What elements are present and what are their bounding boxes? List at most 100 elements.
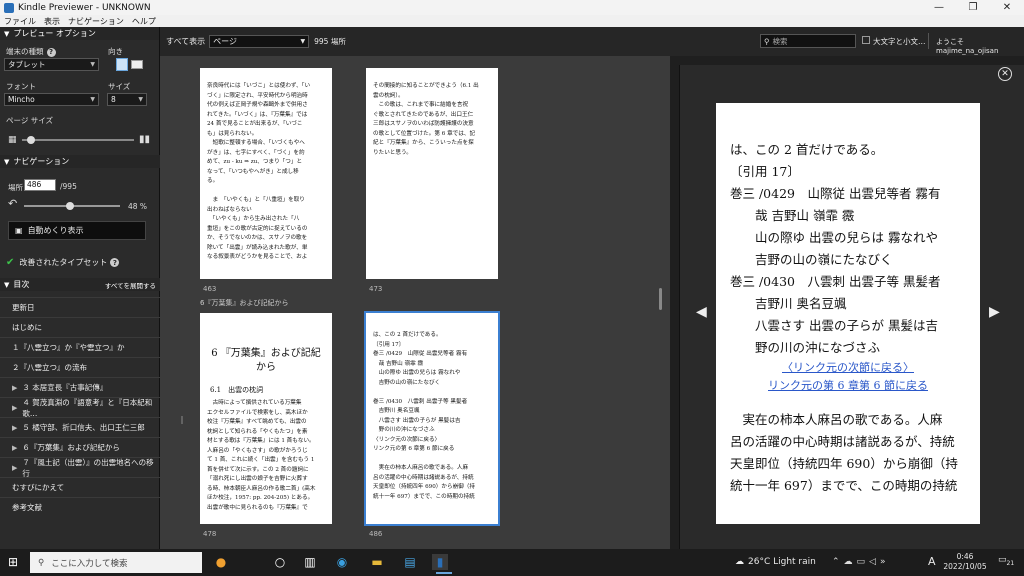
grid-large-icon[interactable]: ▮▮ (139, 134, 150, 145)
drag-handle-icon[interactable]: ‖ (180, 415, 184, 424)
toc-item-label: ３ 本居宣長『古事記傳』 (22, 383, 108, 392)
text-line: 巻三 /0430 八雲刺 出雲子等 黒髪者 (373, 398, 468, 405)
toc-item[interactable]: ２『八雲立つ』の流布 (0, 357, 160, 377)
section-label: 6『万葉集』および記紀から (200, 299, 289, 307)
text-line: その間接的に知ることができよう（6.1 出 (373, 83, 479, 89)
menu-help[interactable]: ヘルプ (132, 16, 156, 27)
expand-arrow-icon[interactable]: ▶ (12, 464, 17, 472)
case-checkbox[interactable] (862, 36, 870, 44)
expand-arrow-icon[interactable]: ▶ (12, 404, 17, 412)
vertical-scrollbar[interactable] (659, 288, 662, 310)
back-arrow-icon[interactable]: ↶ (8, 197, 17, 210)
cortana-icon[interactable]: ○ (272, 554, 288, 570)
ime-indicator[interactable]: A (928, 555, 936, 568)
text-line: 哉 吉野山 嶺霏 霺 (373, 360, 424, 367)
preview-options-header[interactable]: ▼ プレビュー オプション (0, 27, 159, 40)
toc-item[interactable]: 参考文献 (0, 497, 160, 517)
minimize-icon[interactable]: — (922, 0, 956, 15)
toc-item[interactable]: ▶ ３ 本居宣長『古事記傳』 (0, 377, 160, 397)
text-line: 枕詞として知られる「やくもたつ」を素 (207, 428, 308, 435)
case-option-label: 大文字と小文… (873, 37, 926, 46)
link-back-chapter-section[interactable]: リンク元の第 6 章第 6 節に戻る (716, 377, 980, 395)
weather-widget[interactable]: ☁ 26°C Light rain (735, 557, 816, 567)
search-input[interactable]: ⚲ 検索 (760, 34, 856, 48)
page-thumbnail[interactable]: その間接的に知ることができよう（6.1 出雲の枕詞）。 この歌は、これまで事に結… (366, 68, 498, 279)
landscape-orientation-button[interactable] (131, 60, 143, 69)
font-label: フォント (6, 82, 36, 91)
toc-item[interactable]: むすびにかえて (0, 477, 160, 497)
expand-arrow-icon[interactable]: ▶ (12, 444, 17, 452)
progress-slider-thumb[interactable] (66, 202, 75, 210)
expand-all-link[interactable]: すべてを展開する (105, 280, 156, 290)
task-view-icon[interactable]: ▥ (302, 554, 318, 570)
toc-item-label: ６『万葉集』および記紀から (22, 443, 120, 452)
text-line: なって、「いつもやへがき」と成し移 (207, 168, 299, 175)
link-back-next-section[interactable]: 〈リンク元の次節に戻る〉 (716, 359, 980, 377)
notification-icon[interactable]: ▭21 (998, 555, 1014, 567)
tray-icons[interactable]: ⌃☁▭◁» (832, 557, 889, 567)
search-icon: ⚲ (38, 557, 45, 568)
news-widget-icon[interactable]: ● (213, 554, 229, 570)
cloud-rain-icon: ☁ (735, 557, 744, 567)
text-line: 実在の柿本人麻呂の歌である。人麻 (373, 465, 469, 471)
font-select[interactable]: Mincho ▼ (4, 93, 99, 106)
close-icon[interactable]: ✕ (990, 0, 1024, 15)
expand-arrow-icon[interactable]: ▶ (12, 424, 17, 432)
location-input[interactable]: 486 (24, 179, 56, 191)
toc-item[interactable]: 更新日 (0, 297, 160, 317)
page-size-slider[interactable] (22, 139, 134, 141)
preview-page: は、この 2 首だけである。 〔引用 17〕 巻三 /0429 山際従 出雲兒等者 … (716, 103, 980, 524)
text-line: る時、柿本朝臣人麻呂の作る歌二首」(高木 (207, 485, 316, 492)
autoflip-button[interactable]: ▣ 自動めくり表示 (8, 221, 146, 240)
close-preview-icon[interactable]: ✕ (998, 67, 1012, 81)
text-line: づく」に限定され、平安時代から明治時 (207, 92, 308, 99)
text-line (366, 388, 498, 398)
page-thumbnail-selected[interactable]: は、この 2 首だけである。 〔引用 17〕 巻三 /0429 山際従 出雲兒等者 … (364, 311, 500, 526)
windows-start-icon[interactable]: ⊞ (8, 555, 18, 569)
toc-item[interactable]: はじめに (0, 317, 160, 337)
clock[interactable]: 0:46 2022/10/05 (940, 552, 990, 572)
page-number: 486 (369, 530, 383, 538)
grid-small-icon[interactable]: ▦ (8, 135, 17, 145)
next-page-icon[interactable]: ▶ (989, 304, 1000, 320)
text-line: 統十一年 697）までで、この時期の持統 (373, 493, 475, 500)
file-explorer-icon[interactable]: ▬ (369, 554, 385, 570)
text-line: か、そうでないのかは、スサノヲの歌を (207, 235, 308, 241)
view-mode-select[interactable]: ページ ▼ (209, 35, 310, 48)
page-thumbnail[interactable]: 6 『万葉集』および記紀から 6.1 出雲の枕詞 古時によって撰供されている万葉… (200, 313, 332, 524)
page-number: 463 (203, 285, 217, 293)
prev-page-icon[interactable]: ◀ (696, 304, 707, 320)
page-thumbnail[interactable]: 奈良時代には「いづこ」とは使わず、「い づく」に限定され、平安時代から明治時 代の例… (200, 68, 332, 279)
device-type-select[interactable]: タブレット ▼ (4, 58, 99, 71)
menu-view[interactable]: 表示 (44, 16, 60, 27)
portrait-orientation-button[interactable] (116, 58, 128, 71)
welcome-text: ようこそ majime_na_ojisan (936, 38, 999, 55)
menu-file[interactable]: ファイル (4, 16, 36, 27)
text-line: がき」は、七字にすべく、「づく」を約 (207, 149, 305, 156)
taskbar-search-input[interactable]: ⚲ ここに入力して検索 (30, 552, 202, 573)
toc-item[interactable]: ▶ ７『風土記（出雲）』の出雲地名への移行 (0, 457, 160, 478)
edge-browser-icon[interactable]: ◉ (334, 554, 350, 570)
store-icon[interactable]: ▤ (402, 554, 418, 570)
toc-item-label: ４ 賀茂真淵の『語意考』と『日本紀和歌… (22, 397, 153, 418)
help-icon[interactable]: ? (46, 47, 56, 57)
kindle-taskbar-icon[interactable]: ▮ (432, 554, 448, 570)
text-line: ほか校注，1957: pp. 204-205) とある。 (207, 495, 314, 501)
toc-item[interactable]: ▶ ６『万葉集』および記紀から (0, 437, 160, 457)
maximize-icon[interactable]: ❐ (956, 0, 990, 15)
text-line: 「いやくも」から生み出された「八 (207, 216, 300, 222)
navigation-header[interactable]: ▼ ナビゲーション (0, 155, 160, 168)
toc-item[interactable]: ▶ ５ 橘守部、折口信夫、出口王仁三郎 (0, 417, 160, 437)
text-line: 出わねばならない (207, 206, 252, 213)
toc-item[interactable]: １『八雲立つ』か『や雲立つ』か (0, 337, 160, 357)
page-size-slider-thumb[interactable] (27, 136, 35, 144)
size-select[interactable]: 8 ▼ (107, 93, 147, 106)
toc-item[interactable]: ▶ ４ 賀茂真淵の『語意考』と『日本紀和歌… (0, 397, 160, 418)
text-line: 短歌に整頓する場合、「いづくもやへ (207, 140, 305, 146)
text-line: 野の川の沖になづさふ (730, 340, 881, 355)
help-icon[interactable]: ? (110, 258, 120, 267)
expand-arrow-icon[interactable]: ▶ (12, 384, 17, 392)
text-line: 出雲が歌中に見られるのも『万葉集』で (207, 504, 308, 511)
toc-header[interactable]: ▼ 目次 すべてを展開する (0, 278, 160, 291)
menu-navigation[interactable]: ナビゲーション (68, 16, 124, 27)
